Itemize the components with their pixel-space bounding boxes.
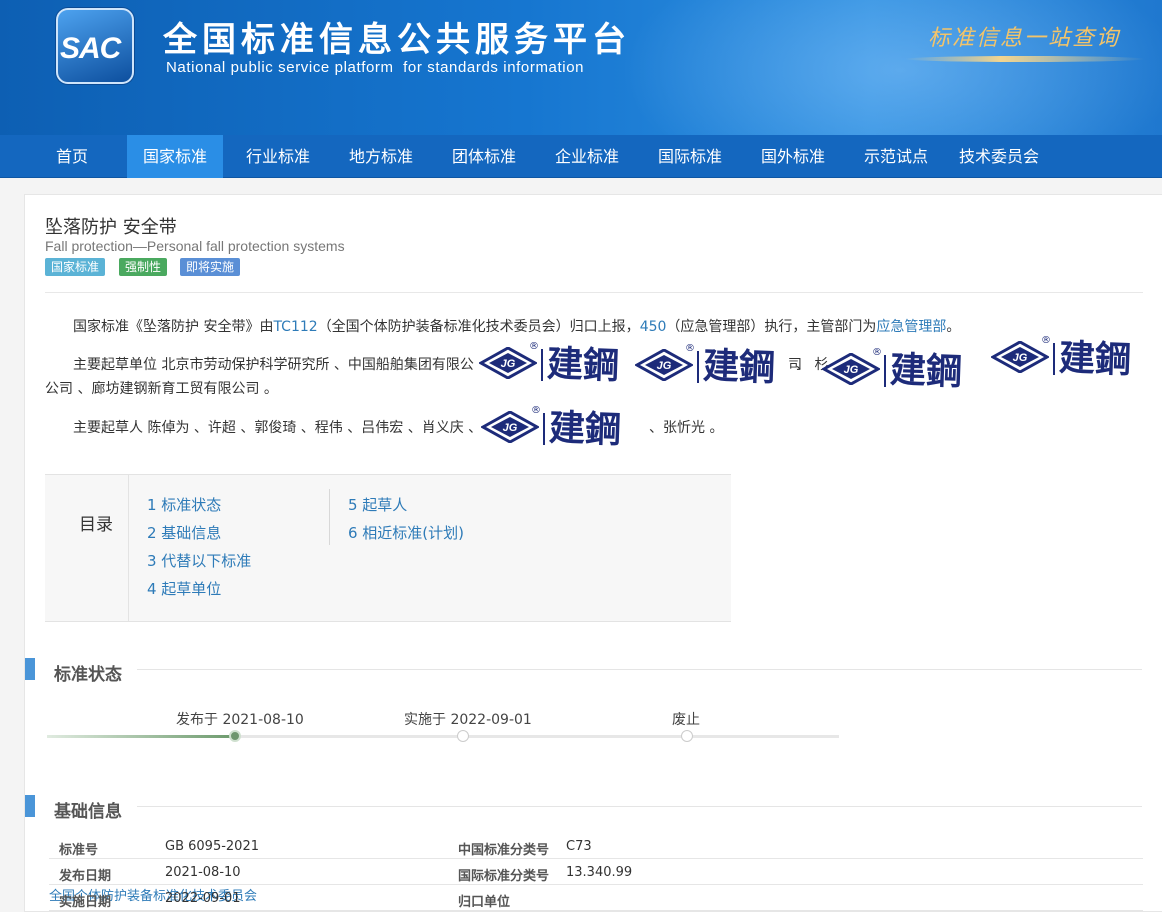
label-publish-date: 发布日期 [59, 869, 112, 884]
nav-item-group[interactable]: 团体标准 [442, 135, 526, 178]
timeline-dot-implemented [457, 730, 469, 742]
logo-text: SAC [60, 32, 121, 65]
value-ccs: C73 [566, 839, 592, 854]
executor-link[interactable]: 450 [640, 319, 667, 335]
section-marker [25, 658, 35, 680]
nav-item-foreign[interactable]: 国外标准 [751, 135, 835, 178]
site-slogan: 标准信息一站查询 [928, 26, 1121, 51]
toc-divider [329, 489, 330, 545]
timeline-progress [47, 735, 235, 738]
nav-item-local[interactable]: 地方标准 [339, 135, 423, 178]
department-link[interactable]: 应急管理部 [876, 319, 946, 335]
intro-paragraph: 国家标准《坠落防护 安全带》由TC112（全国个体防护装备标准化技术委员会）归口… [73, 316, 960, 336]
nav-item-national[interactable]: 国家标准 [127, 135, 223, 178]
label-implement-date: 实施日期 [59, 895, 112, 910]
table-of-contents: 目录 1 标准状态 2 基础信息 3 代替以下标准 4 起草单位 5 起草人 6… [45, 474, 731, 622]
section-rule [137, 806, 1142, 807]
timeline-published-label: 发布于 2021-08-10 [176, 712, 304, 728]
value-implement-date: 2022-09-01 [165, 891, 241, 906]
toc-item-status[interactable]: 1 标准状态 [147, 494, 221, 515]
watermark-stamp: JG ® 建鋼 [635, 343, 795, 391]
nav-item-enterprise[interactable]: 企业标准 [545, 135, 629, 178]
drafting-units-line1: 主要起草单位 北京市劳动保护科学研究所 、中国船舶集团有限公 [73, 357, 474, 373]
watermark-text: 建鋼 [548, 406, 622, 452]
value-ics: 13.340.99 [566, 865, 633, 880]
label-responsible-unit: 归口单位 [458, 895, 511, 910]
label-standard-no: 标准号 [59, 843, 99, 858]
section-title-basic: 基础信息 [54, 802, 122, 822]
svg-text:JG: JG [1013, 352, 1028, 364]
watermark-stamp: JG ® 建鋼 [991, 335, 1157, 383]
toc-item-drafters[interactable]: 5 起草人 [348, 494, 407, 515]
section-rule [137, 669, 1142, 670]
standard-detail-panel: 坠落防护 安全带 Fall protection—Personal fall p… [24, 194, 1162, 912]
table-row: 标准号 GB 6095-2021 中国标准分类号 C73 [49, 833, 1143, 859]
nav-item-international[interactable]: 国际标准 [648, 135, 732, 178]
site-subtitle: National public service platform for sta… [166, 59, 585, 76]
intro-text: （全国个体防护装备标准化技术委员会）归口上报， [317, 319, 640, 335]
watermark-stamp: JG ® 建鋼 [479, 341, 639, 389]
timeline-dot-published [229, 730, 241, 742]
watermark-text: 建鋼 [889, 348, 963, 394]
value-publish-date: 2021-08-10 [165, 865, 241, 880]
value-standard-no: GB 6095-2021 [165, 839, 259, 854]
svg-text:JG: JG [503, 422, 518, 434]
tc-link[interactable]: TC112 [273, 319, 317, 335]
section-marker [25, 795, 35, 817]
intro-text: 国家标准《坠落防护 安全带》由 [73, 319, 274, 335]
badge-mandatory: 强制性 [119, 258, 168, 276]
svg-text:JG: JG [657, 360, 672, 372]
sac-logo[interactable]: SAC [56, 8, 134, 84]
label-ics: 国际标准分类号 [458, 869, 550, 884]
nav-item-pilot[interactable]: 示范试点 [854, 135, 938, 178]
toc-sidebar: 目录 [45, 475, 129, 621]
watermark-text: 建鋼 [1058, 336, 1132, 382]
divider [45, 292, 1143, 293]
section-title-status: 标准状态 [54, 665, 122, 685]
svg-text:JG: JG [844, 364, 859, 376]
site-title: 全国标准信息公共服务平台 [163, 20, 631, 60]
toc-title: 目录 [79, 515, 113, 535]
timeline-implemented-label: 实施于 2022-09-01 [404, 712, 532, 728]
intro-text: （应急管理部）执行，主管部门为 [666, 319, 877, 335]
badge-upcoming: 即将实施 [180, 258, 241, 276]
slogan-swoosh [905, 56, 1145, 62]
timeline-dot-abolished [681, 730, 693, 742]
standard-title: 坠落防护 安全带 [45, 217, 177, 238]
nav-item-industry[interactable]: 行业标准 [236, 135, 320, 178]
site-header: SAC 全国标准信息公共服务平台 National public service… [0, 0, 1162, 135]
drafters-line: 主要起草人 陈倬为 、许超 、郭俊琦 、程伟 、吕伟宏 、肖义庆 、 [73, 420, 483, 436]
table-row: 实施日期 2022-09-01 归口单位 全国个体防护装备标准化技术委员会 [49, 885, 1143, 911]
label-ccs: 中国标准分类号 [458, 843, 550, 858]
toc-item-replaces[interactable]: 3 代替以下标准 [147, 550, 251, 571]
intro-text: 。 [946, 319, 961, 335]
standard-title-en: Fall protection—Personal fall protection… [45, 238, 345, 254]
drafting-units-line2: 公司 、廊坊建钢新育工贸有限公司 。 [45, 381, 278, 397]
nav-item-home[interactable]: 首页 [41, 135, 103, 178]
drafters-line-end: 、张忻光 。 [649, 420, 724, 436]
toc-item-basic-info[interactable]: 2 基础信息 [147, 522, 221, 543]
nav-item-committee[interactable]: 技术委员会 [950, 135, 1048, 178]
svg-text:JG: JG [501, 358, 516, 370]
toc-item-drafting-units[interactable]: 4 起草单位 [147, 578, 221, 599]
watermark-stamp: JG ® 建鋼 [822, 347, 992, 395]
badge-national: 国家标准 [45, 258, 106, 276]
watermark-stamp: JG ® 建鋼 [481, 405, 641, 453]
timeline-abolished-label: 废止 [672, 712, 700, 728]
main-nav: 首页 国家标准 行业标准 地方标准 团体标准 企业标准 国际标准 国外标准 示范… [0, 135, 1162, 178]
toc-item-similar[interactable]: 6 相近标准(计划) [348, 522, 464, 543]
table-row: 发布日期 2021-08-10 国际标准分类号 13.340.99 [49, 859, 1143, 885]
watermark-text: 建鋼 [546, 342, 620, 388]
watermark-text: 建鋼 [702, 344, 776, 390]
